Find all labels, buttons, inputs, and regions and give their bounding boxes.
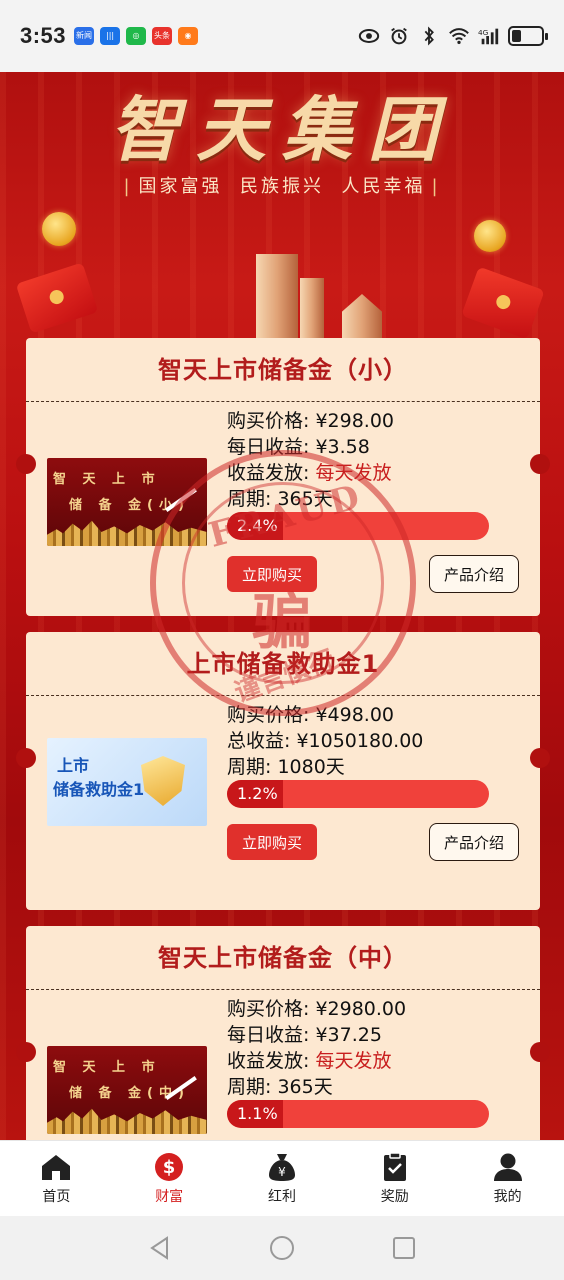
product-card: 智天上市储备金（小） 智 天 上 市 储 备 金(小) 购买价格: ¥298.0… <box>16 338 550 616</box>
brand-title: 智天集团 <box>110 88 454 171</box>
bluetooth-icon <box>424 26 434 46</box>
tab-wealth[interactable]: $ 财富 <box>113 1141 226 1216</box>
product-title: 上市储备救助金1 <box>26 632 540 696</box>
payout-line: 收益发放: 每天发放 <box>227 1050 392 1072</box>
home-circle-icon[interactable] <box>269 1235 295 1261</box>
tab-mine[interactable]: 我的 <box>451 1141 564 1216</box>
payout-line: 收益发放: 每天发放 <box>227 462 392 484</box>
svg-text:$: $ <box>163 1157 176 1178</box>
clipboard-check-icon <box>383 1151 406 1181</box>
status-bar: 3:53 新闻 ||| ◎ 头条 ◉ 4G <box>0 0 564 72</box>
price-line: 购买价格: ¥2980.00 <box>227 998 407 1020</box>
product-image: 智 天 上 市 储 备 金(小) <box>47 458 207 546</box>
product-title: 智天上市储备金（中） <box>26 926 540 990</box>
tab-home[interactable]: 首页 <box>0 1141 113 1216</box>
daily-income-line: 每日收益: ¥3.58 <box>227 436 370 458</box>
buy-now-button[interactable]: 立即购买 <box>227 824 317 860</box>
product-title: 智天上市储备金（小） <box>26 338 540 402</box>
svg-text:4G: 4G <box>478 28 489 37</box>
svg-text:¥: ¥ <box>278 1165 286 1179</box>
product-info: 购买价格: ¥498.00 总收益: ¥1050180.00 周期: 1080天 <box>227 702 423 780</box>
buy-now-button[interactable]: 立即购买 <box>227 556 317 592</box>
daily-income-line: 每日收益: ¥37.25 <box>227 1024 382 1046</box>
progress-bar: 2.4% <box>227 512 489 540</box>
recents-icon[interactable] <box>391 1235 417 1261</box>
price-line: 购买价格: ¥498.00 <box>227 704 395 726</box>
product-intro-button[interactable]: 产品介绍 <box>429 823 519 861</box>
progress-bar: 1.2% <box>227 780 489 808</box>
brand-slogan: | 国家富强 民族振兴 人民幸福 | <box>123 176 441 197</box>
total-income-line: 总收益: ¥1050180.00 <box>227 730 424 752</box>
toutiao-app-icon: 头条 <box>152 27 173 45</box>
tab-reward[interactable]: 奖励 <box>338 1141 451 1216</box>
audio-app-icon: ||| <box>100 27 121 45</box>
browser-app-icon: ◉ <box>178 27 199 45</box>
product-info: 购买价格: ¥2980.00 每日收益: ¥37.25 收益发放: 每天发放 周… <box>227 996 406 1100</box>
signal-icon: 4G <box>478 28 499 45</box>
progress-bar: 1.1% <box>227 1100 489 1128</box>
system-icons: 4G <box>358 26 548 46</box>
period-line: 周期: 1080天 <box>227 756 345 778</box>
app-screen: { "status_bar": { "time": "3:53", "notif… <box>0 0 564 1280</box>
home-icon <box>42 1154 71 1180</box>
gold-coin-decoration <box>474 220 506 252</box>
price-line: 购买价格: ¥298.00 <box>227 410 395 432</box>
back-icon[interactable] <box>147 1235 173 1261</box>
wealth-icon: $ <box>155 1152 184 1181</box>
wifi-icon <box>449 28 469 45</box>
period-line: 周期: 365天 <box>227 1076 333 1098</box>
notification-icons: 新闻 ||| ◎ 头条 ◉ <box>74 27 199 45</box>
product-card: 智天上市储备金（中） 智 天 上 市 储 备 金(中) 购买价格: ¥2980.… <box>16 926 550 1156</box>
user-icon <box>493 1153 522 1181</box>
gold-coin-decoration <box>42 212 76 246</box>
alarm-icon <box>391 27 407 45</box>
period-line: 周期: 365天 <box>227 488 333 510</box>
bottom-tab-bar: 首页 $ 财富 ¥ 红利 奖励 我的 <box>0 1140 564 1216</box>
eye-icon <box>358 29 380 43</box>
system-navigation-bar <box>0 1216 564 1280</box>
product-card: 上市储备救助金1 上市 储备救助金1 购买价格: ¥498.00 总收益: ¥1… <box>16 632 550 910</box>
battery-icon <box>508 26 548 46</box>
news-app-icon: 新闻 <box>74 27 95 45</box>
money-bag-icon: ¥ <box>268 1153 295 1181</box>
product-info: 购买价格: ¥298.00 每日收益: ¥3.58 收益发放: 每天发放 周期:… <box>227 408 394 512</box>
tab-dividend[interactable]: ¥ 红利 <box>226 1141 339 1216</box>
product-intro-button[interactable]: 产品介绍 <box>429 555 519 593</box>
product-image: 上市 储备救助金1 <box>47 738 207 826</box>
building-decoration <box>256 254 298 338</box>
product-image: 智 天 上 市 储 备 金(中) <box>47 1046 207 1134</box>
clock: 3:53 <box>20 23 67 48</box>
chat-app-icon: ◎ <box>126 27 147 45</box>
building-decoration <box>300 278 324 338</box>
